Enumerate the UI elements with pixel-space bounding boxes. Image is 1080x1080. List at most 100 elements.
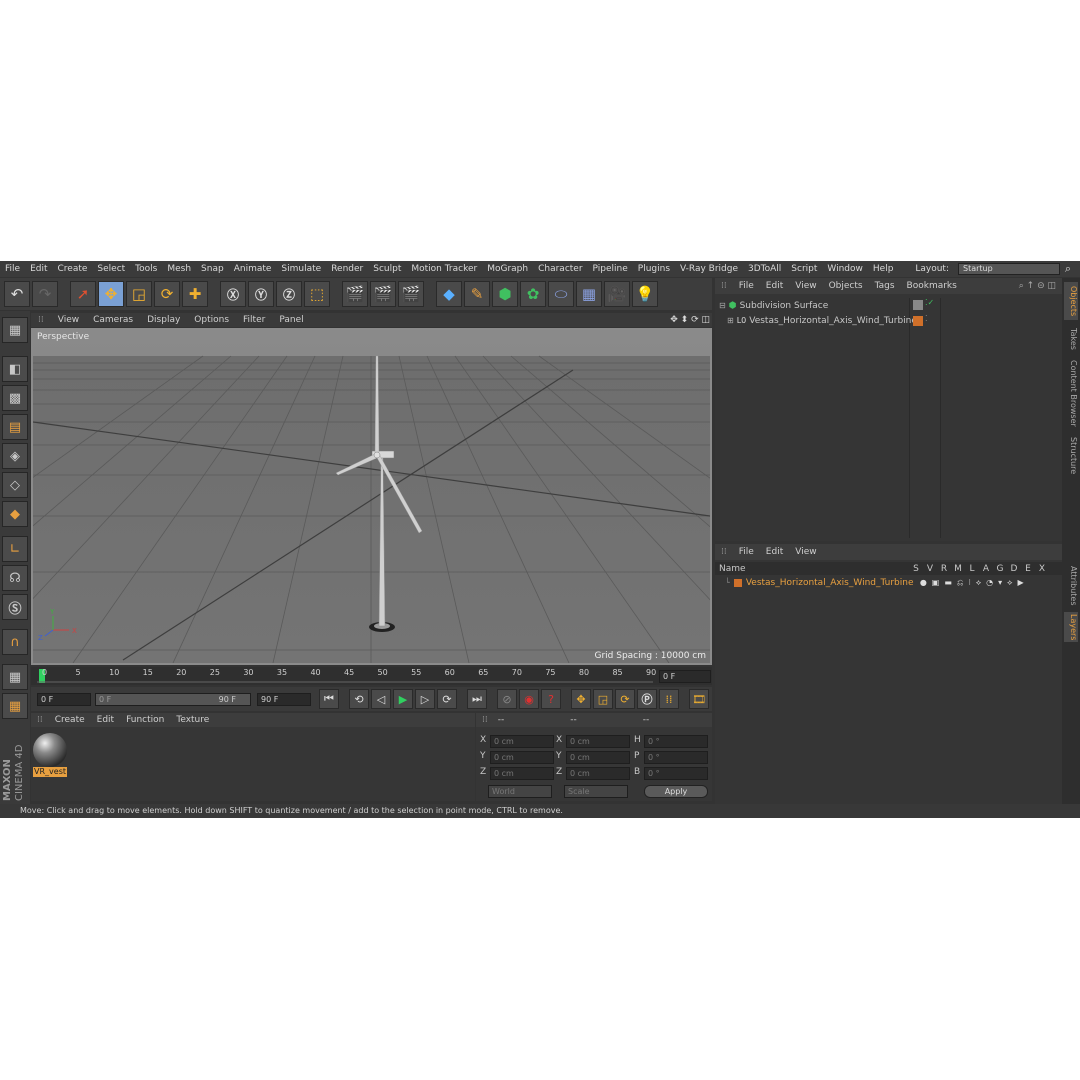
viewport-menu-cameras[interactable]: Cameras xyxy=(86,315,140,325)
key-position-icon[interactable]: ✥ xyxy=(571,689,591,709)
key-parameter-icon[interactable]: Ⓟ xyxy=(637,689,657,709)
go-to-end-icon[interactable]: ⏭ xyxy=(467,689,487,709)
move-tool-icon[interactable]: ✥ xyxy=(98,281,124,307)
tab-takes[interactable]: Takes xyxy=(1064,326,1078,352)
material-menu-function[interactable]: Function xyxy=(120,715,170,725)
max-time-field[interactable]: 90 F xyxy=(257,693,311,706)
layer-col-s[interactable]: S xyxy=(909,564,923,574)
texture-mode-icon[interactable]: ▩ xyxy=(2,385,28,411)
menu-animate[interactable]: Animate xyxy=(229,264,277,274)
coord-mode-dropdown[interactable]: World xyxy=(488,785,552,798)
object-menu-bookmarks[interactable]: Bookmarks xyxy=(901,281,963,291)
coord-size-x-field[interactable]: 0 cm xyxy=(566,735,630,748)
scale-tool-icon[interactable]: ◲ xyxy=(126,281,152,307)
magnet-icon[interactable]: ∩ xyxy=(2,629,28,655)
z-axis-lock-icon[interactable]: Ⓩ xyxy=(276,281,302,307)
timeline-ruler[interactable]: 0 5 10 15 20 25 30 35 40 45 50 55 60 65 70 75 80 85 90 0 F xyxy=(31,667,712,685)
polygons-mode-icon[interactable]: ◆ xyxy=(2,501,28,527)
key-pla-icon[interactable]: ⁞⁞ xyxy=(659,689,679,709)
menu-motion-tracker[interactable]: Motion Tracker xyxy=(406,264,482,274)
workplane-icon[interactable]: ▦ xyxy=(2,664,28,690)
workplane-mode-icon[interactable]: ▤ xyxy=(2,414,28,440)
menu-file[interactable]: File xyxy=(0,264,25,274)
menu-snap[interactable]: Snap xyxy=(196,264,229,274)
object-menu-tags[interactable]: Tags xyxy=(869,281,901,291)
layer-col-e[interactable]: E xyxy=(1021,564,1035,574)
coord-pos-x-field[interactable]: 0 cm xyxy=(490,735,554,748)
material-menu-edit[interactable]: Edit xyxy=(91,715,120,725)
search-icon[interactable]: ⌕ xyxy=(1060,262,1076,276)
min-time-field[interactable]: 0 F xyxy=(37,693,91,706)
pen-spline-icon[interactable]: ✎ xyxy=(464,281,490,307)
material-swatch[interactable]: VR_vest xyxy=(33,733,67,777)
go-to-start-icon[interactable]: ⏮ xyxy=(319,689,339,709)
layer-swatch-icon[interactable] xyxy=(913,316,923,326)
edges-mode-icon[interactable]: ◇ xyxy=(2,472,28,498)
tab-structure[interactable]: Structure xyxy=(1064,434,1078,478)
viewport-menu-panel[interactable]: Panel xyxy=(272,315,310,325)
live-selection-icon[interactable]: ➚ xyxy=(70,281,96,307)
viewport-menu-display[interactable]: Display xyxy=(140,315,187,325)
menu-vray-bridge[interactable]: V-Ray Bridge xyxy=(675,264,743,274)
snap-icon[interactable]: Ⓢ xyxy=(2,594,28,620)
layer-col-a[interactable]: A xyxy=(979,564,993,574)
y-axis-lock-icon[interactable]: Ⓨ xyxy=(248,281,274,307)
menu-window[interactable]: Window xyxy=(822,264,868,274)
previous-frame-icon[interactable]: ◁ xyxy=(371,689,391,709)
next-frame-icon[interactable]: ▷ xyxy=(415,689,435,709)
layer-col-d[interactable]: D xyxy=(1007,564,1021,574)
recent-tool-icon[interactable]: ✚ xyxy=(182,281,208,307)
apply-button[interactable]: Apply xyxy=(644,785,708,798)
redo-icon[interactable]: ↷ xyxy=(32,281,58,307)
model-mode-icon[interactable]: ◧ xyxy=(2,356,28,382)
coord-type-dropdown[interactable]: Scale xyxy=(564,785,628,798)
tab-attributes[interactable]: Attributes xyxy=(1064,564,1078,608)
layout-dropdown[interactable]: Startup xyxy=(958,263,1060,275)
tab-layers[interactable]: Layers xyxy=(1064,612,1078,642)
coord-size-y-field[interactable]: 0 cm xyxy=(566,751,630,764)
menu-mograph[interactable]: MoGraph xyxy=(482,264,533,274)
tab-objects[interactable]: Objects xyxy=(1064,282,1078,320)
cube-primitive-icon[interactable]: ◆ xyxy=(436,281,462,307)
menu-tools[interactable]: Tools xyxy=(130,264,162,274)
menu-select[interactable]: Select xyxy=(92,264,130,274)
object-menu-objects[interactable]: Objects xyxy=(823,281,869,291)
viewport-navigation-icons[interactable]: ✥ ⬍ ⟳ ◫ xyxy=(663,315,712,325)
menu-simulate[interactable]: Simulate xyxy=(276,264,326,274)
menu-mesh[interactable]: Mesh xyxy=(162,264,196,274)
key-scale-icon[interactable]: ◲ xyxy=(593,689,613,709)
layer-menu-file[interactable]: File xyxy=(733,547,760,557)
menu-character[interactable]: Character xyxy=(533,264,587,274)
tab-content-browser[interactable]: Content Browser xyxy=(1064,358,1078,428)
floor-icon[interactable]: ▦ xyxy=(576,281,602,307)
visibility-dots-icon[interactable]: ⁚ xyxy=(925,314,928,323)
scheme-settings-icon[interactable]: 🎞 xyxy=(689,689,709,709)
material-menu-create[interactable]: Create xyxy=(49,715,91,725)
camera-icon[interactable]: 🎥 xyxy=(604,281,630,307)
record-keys-off-icon[interactable]: ⊘ xyxy=(497,689,517,709)
locked-workplane-icon[interactable]: ▦ xyxy=(2,693,28,719)
rotate-tool-icon[interactable]: ⟳ xyxy=(154,281,180,307)
menu-render[interactable]: Render xyxy=(326,264,368,274)
object-manager-tools-icons[interactable]: ⌕ ↑ ⊝ ◫ xyxy=(1013,281,1062,291)
layer-color-swatch[interactable] xyxy=(733,578,742,587)
perspective-viewport[interactable]: X Y Z Perspective Grid Spacing : 10000 c… xyxy=(31,328,712,665)
object-menu-file[interactable]: File xyxy=(733,281,760,291)
key-rotation-icon[interactable]: ⟳ xyxy=(615,689,635,709)
expand-toggle-icon[interactable]: ⊞ xyxy=(727,316,734,325)
layer-col-g[interactable]: G xyxy=(993,564,1007,574)
menu-help[interactable]: Help xyxy=(868,264,899,274)
deformer-icon[interactable]: ⬭ xyxy=(548,281,574,307)
layer-swatch-icon[interactable] xyxy=(913,300,923,310)
layer-menu-edit[interactable]: Edit xyxy=(760,547,789,557)
subdivision-surface-icon[interactable]: ⬢ xyxy=(492,281,518,307)
layer-col-v[interactable]: V xyxy=(923,564,937,574)
autokey-icon[interactable]: ? xyxy=(541,689,561,709)
cloner-icon[interactable]: ✿ xyxy=(520,281,546,307)
layer-menu-view[interactable]: View xyxy=(789,547,822,557)
record-active-icon[interactable]: ◉ xyxy=(519,689,539,709)
edit-render-settings-icon[interactable]: 🎬 xyxy=(398,281,424,307)
viewport-menu-filter[interactable]: Filter xyxy=(236,315,272,325)
render-view-icon[interactable]: 🎬 xyxy=(342,281,368,307)
object-row-turbine[interactable]: ⊞ L0 Vestas_Horizontal_Axis_Wind_Turbine xyxy=(715,313,917,328)
